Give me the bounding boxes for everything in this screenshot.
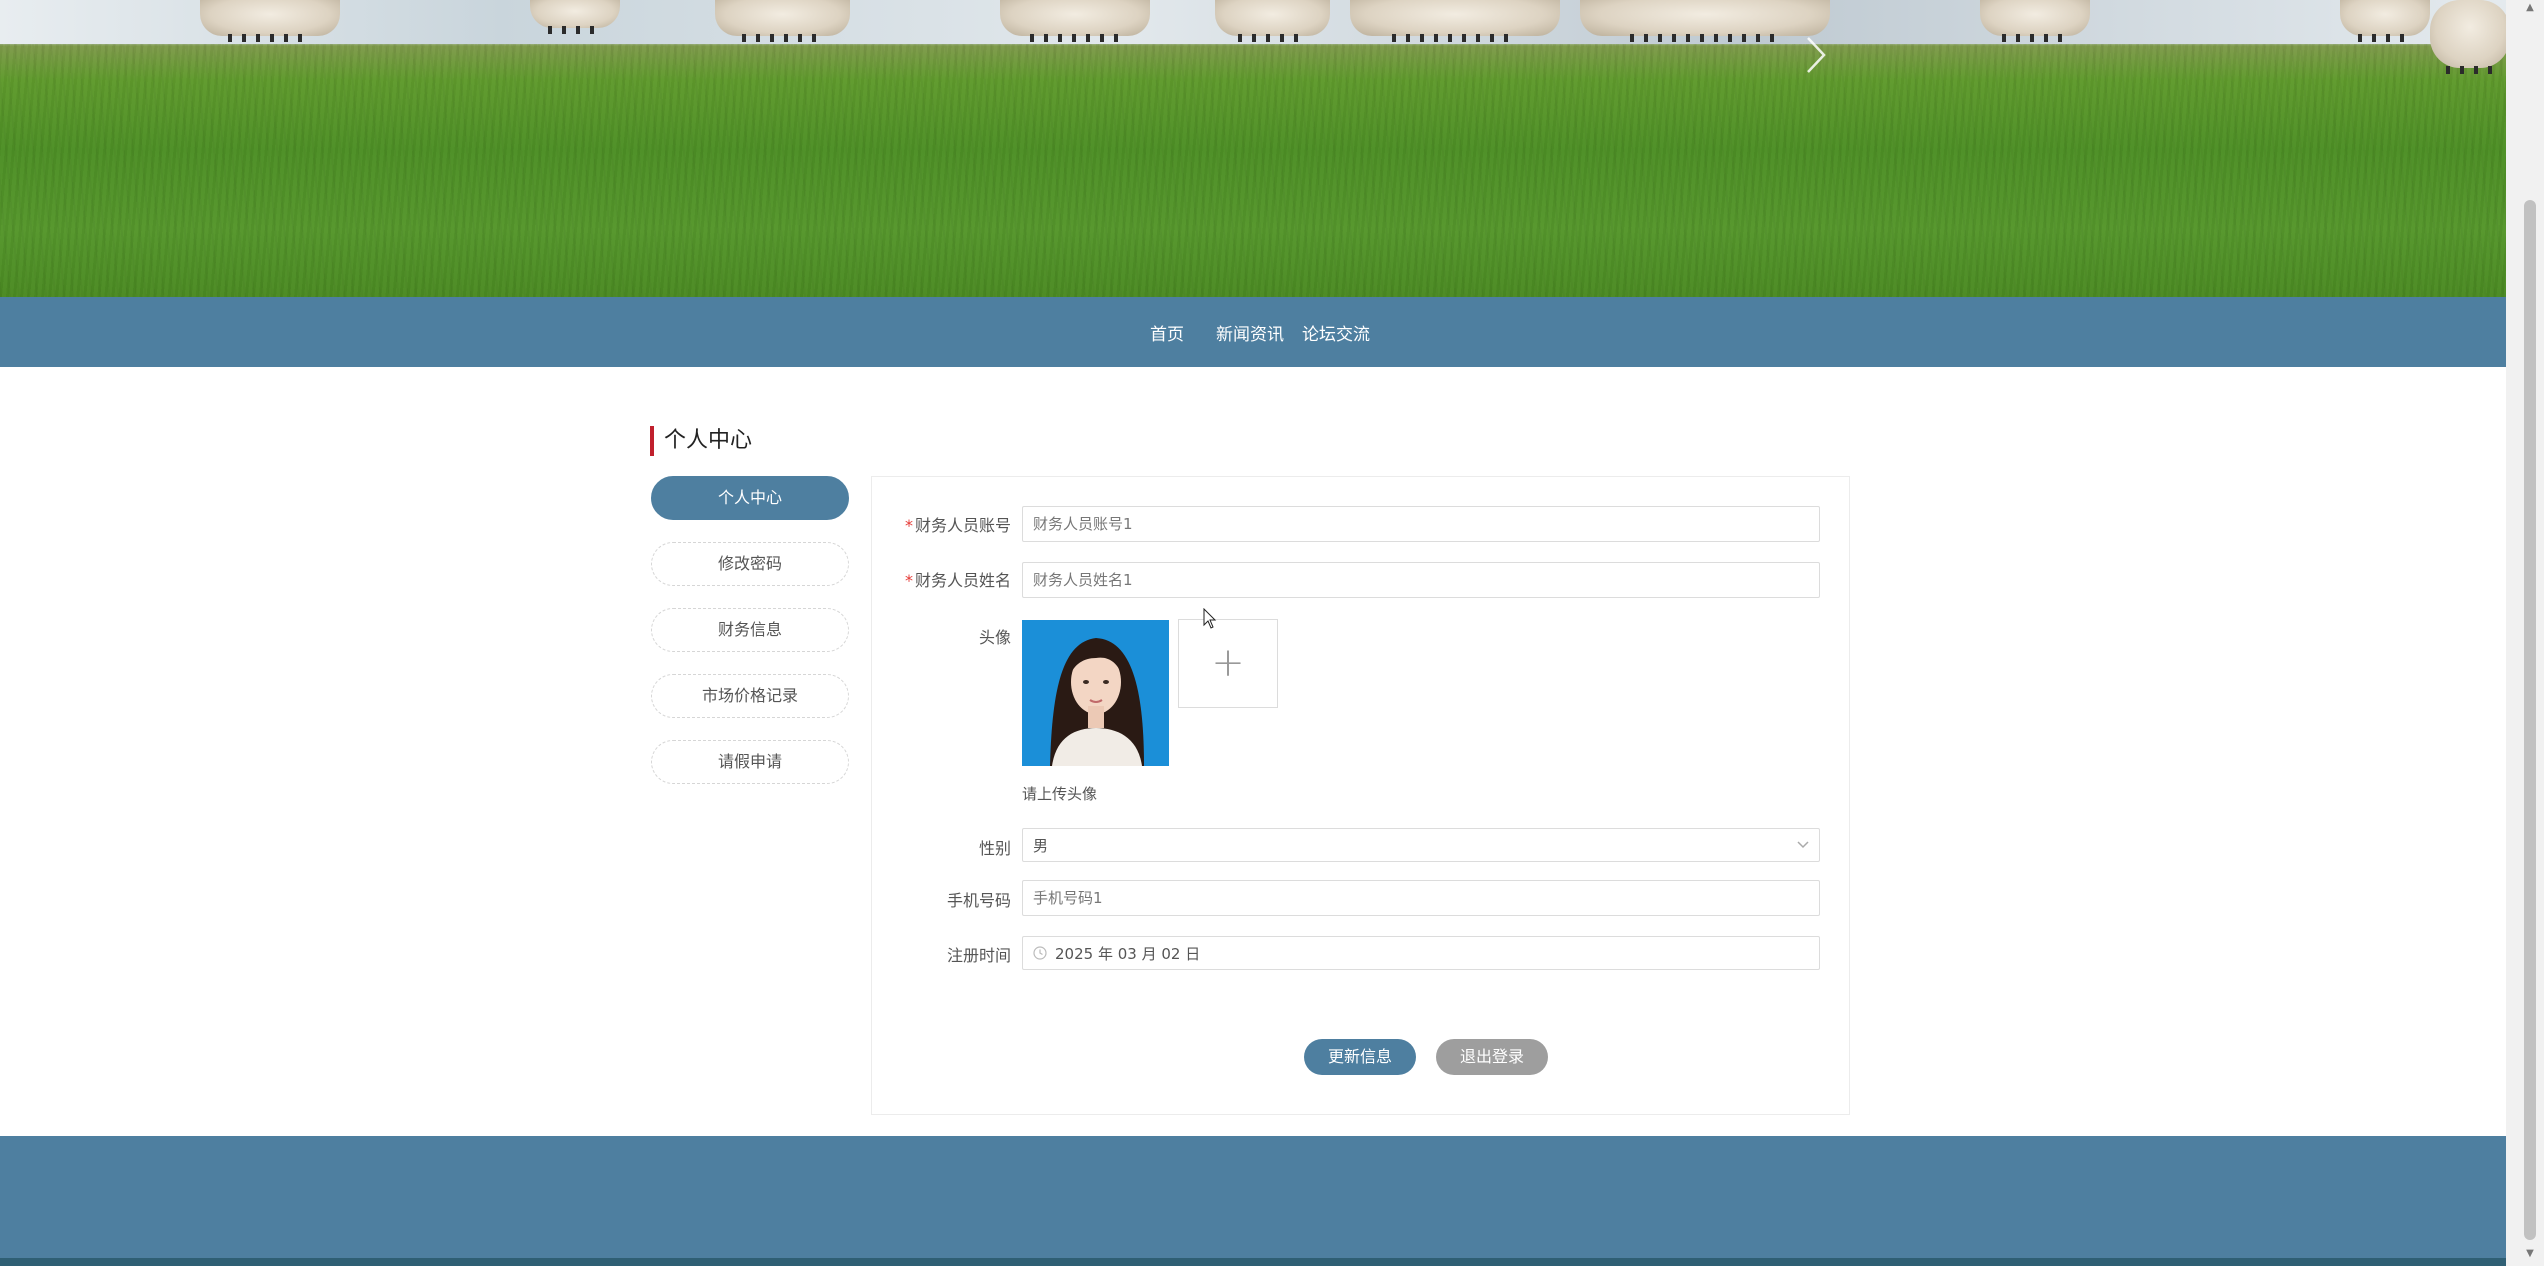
register-time-label: 注册时间 — [946, 946, 1011, 965]
name-label-text: 财务人员姓名 — [914, 571, 1011, 590]
chevron-right-icon[interactable] — [1800, 30, 1830, 80]
sheep-image — [1580, 0, 1830, 42]
sheep-image — [1000, 0, 1150, 42]
sheep-image — [2430, 0, 2506, 74]
nav-item-news[interactable]: 新闻资讯 — [1216, 320, 1284, 345]
sidebar-item-change-password[interactable]: 修改密码 — [651, 542, 849, 586]
avatar-upload-button[interactable]: + — [1178, 619, 1278, 708]
main-nav: 首页 新闻资讯 论坛交流 — [0, 297, 2506, 367]
scroll-down-arrow[interactable]: ▼ — [2520, 1248, 2540, 1262]
logout-button[interactable]: 退出登录 — [1436, 1039, 1548, 1075]
footer-strip — [0, 1258, 2506, 1266]
nav-item-home[interactable]: 首页 — [1150, 320, 1184, 345]
account-label-text: 财务人员账号 — [914, 516, 1011, 535]
sheep-image — [2340, 0, 2430, 42]
sidebar-item-profile[interactable]: 个人中心 — [651, 476, 849, 520]
account-input[interactable] — [1022, 506, 1820, 542]
name-label: * 财务人员姓名 — [905, 567, 1011, 591]
register-time-value: 2025 年 03 月 02 日 — [1055, 944, 1201, 963]
avatar-image — [1022, 620, 1169, 766]
gender-label: 性别 — [978, 839, 1011, 858]
required-marker: * — [904, 571, 913, 590]
footer — [0, 1136, 2506, 1266]
avatar-label: 头像 — [978, 628, 1011, 647]
page-title: 个人中心 — [650, 426, 752, 456]
sidebar-item-finance-info[interactable]: 财务信息 — [651, 608, 849, 652]
sheep-image — [1215, 0, 1330, 42]
scrollbar-thumb[interactable] — [2524, 200, 2536, 1240]
sheep-image — [530, 0, 620, 34]
sidebar-item-leave-request[interactable]: 请假申请 — [651, 740, 849, 784]
banner-grass — [0, 44, 2506, 297]
account-label: * 财务人员账号 — [905, 512, 1011, 536]
phone-input[interactable] — [1022, 880, 1820, 916]
sheep-image — [200, 0, 340, 42]
gender-select[interactable]: 男 — [1022, 828, 1820, 862]
sheep-image — [715, 0, 850, 42]
page: 首页 新闻资讯 论坛交流 个人中心 个人中心 修改密码 财务信息 市场价格记录 … — [0, 0, 2544, 1266]
mouse-cursor-icon — [1203, 608, 1217, 629]
nav-item-forum[interactable]: 论坛交流 — [1302, 320, 1370, 345]
avatar-upload-hint: 请上传头像 — [1022, 785, 1098, 803]
scroll-up-arrow[interactable]: ▲ — [2520, 2, 2540, 16]
plus-icon: + — [1211, 640, 1245, 686]
banner-carousel — [0, 0, 2506, 297]
chevron-down-icon — [1797, 841, 1809, 849]
gender-selected-value: 男 — [1033, 836, 1049, 855]
sheep-image — [1350, 0, 1560, 42]
register-time-picker[interactable]: 2025 年 03 月 02 日 — [1022, 936, 1820, 970]
sidebar-item-market-price[interactable]: 市场价格记录 — [651, 674, 849, 718]
clock-icon — [1033, 946, 1047, 960]
phone-label: 手机号码 — [946, 891, 1011, 910]
required-marker: * — [904, 516, 913, 535]
name-input[interactable] — [1022, 562, 1820, 598]
avatar-portrait — [1022, 620, 1169, 766]
update-info-button[interactable]: 更新信息 — [1304, 1039, 1416, 1075]
sheep-image — [1980, 0, 2090, 42]
